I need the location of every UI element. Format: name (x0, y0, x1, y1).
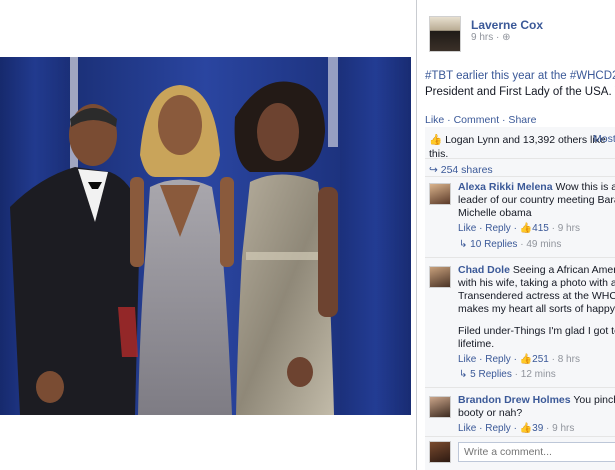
globe-icon: ⊕ (502, 32, 511, 43)
comment-body: Alexa Rikki Melena Wow this is amazin le… (458, 181, 615, 235)
post-text-line-1: #TBT earlier this year at the #WHCD2015 … (425, 68, 615, 84)
post-photo[interactable] (0, 57, 411, 415)
like-thumb-icon: 👍 (519, 354, 533, 365)
comment-line: Transendered actress at the WHCD ju (458, 290, 615, 302)
comment-line: Wow this is amazin (555, 181, 615, 193)
comment-line: with his wife, taking a photo with a (458, 277, 615, 289)
viewer-avatar (429, 441, 451, 463)
divider-line (425, 387, 615, 388)
shares-count[interactable]: ↪ 254 shares (429, 164, 493, 176)
replies-count: 5 Replies (470, 369, 512, 380)
commenter-avatar[interactable] (429, 396, 451, 418)
comment-actions[interactable]: Like · Reply · (458, 223, 520, 234)
divider-line (425, 158, 615, 159)
post-time[interactable]: 9 hrs (471, 32, 493, 43)
comment-body: Chad Dole Seeing a African American P wi… (458, 264, 615, 366)
comment-like-count[interactable]: 251 (532, 354, 549, 365)
comment-time: · 8 hrs (551, 354, 580, 365)
divider-line (425, 257, 615, 258)
post-meta: 9 hrs · ⊕ (471, 32, 511, 43)
sort-most-relevant[interactable]: Most (593, 133, 615, 145)
replies-time: · 49 mins (520, 239, 562, 250)
comment-line: Michelle obama (458, 207, 532, 219)
comment-line: Seeing a African American P (512, 264, 615, 276)
post-header: Laverne Cox 9 hrs · ⊕ (429, 16, 615, 56)
comment-spacer (458, 316, 615, 325)
divider-line (425, 176, 615, 177)
comment-meta: Like · Reply · 👍39 · 9 hrs (458, 422, 615, 435)
replies-link[interactable]: ↳ 10 Replies · 49 mins (459, 239, 561, 250)
likes-text: Logan Lynn and 13,392 others like this. (429, 134, 606, 160)
comment-actions[interactable]: Like · Reply · (458, 354, 520, 365)
likes-summary[interactable]: 👍 Logan Lynn and 13,392 others like this. (429, 133, 615, 161)
author-avatar[interactable] (429, 16, 461, 52)
comment-time: · 9 hrs (546, 423, 575, 434)
post-actions[interactable]: Like · Comment · Share (425, 114, 536, 126)
comment-like-count[interactable]: 39 (532, 423, 543, 434)
reply-arrow-icon: ↳ (459, 239, 468, 250)
comment-meta: Like · Reply · 👍415 · 9 hrs (458, 222, 615, 235)
commenter-avatar[interactable] (429, 266, 451, 288)
comment-meta: Like · Reply · 👍251 · 8 hrs (458, 353, 615, 366)
comment-time: · 9 hrs (551, 223, 580, 234)
meta-separator: · (496, 32, 500, 43)
commenter-name[interactable]: Chad Dole (458, 264, 510, 276)
post-text: #TBT earlier this year at the #WHCD2015 … (425, 68, 615, 100)
shares-label: 254 shares (440, 164, 493, 176)
photo-pane (0, 0, 416, 470)
comment-line: lifetime. (458, 338, 495, 350)
commenter-name[interactable]: Brandon Drew Holmes (458, 394, 571, 406)
like-thumb-icon: 👍 (519, 423, 533, 434)
divider-line (425, 436, 615, 437)
replies-time: · 12 mins (514, 369, 556, 380)
comment-actions[interactable]: Like · Reply · (458, 423, 520, 434)
post-sidebar: Laverne Cox 9 hrs · ⊕ #TBT earlier this … (417, 0, 615, 470)
comment-line: Filed under-Things I'm glad I got to see (458, 325, 615, 337)
commenter-name[interactable]: Alexa Rikki Melena (458, 181, 553, 193)
comment-line: You pinchin' Bar (573, 394, 615, 406)
like-thumb-icon: 👍 (519, 223, 533, 234)
share-arrow-icon: ↪ (429, 164, 438, 176)
write-comment-row (429, 441, 615, 465)
comment-line: booty or nah? (458, 407, 523, 419)
replies-count: 10 Replies (470, 239, 518, 250)
comment-like-count[interactable]: 415 (532, 223, 549, 234)
reply-arrow-icon: ↳ (459, 369, 468, 380)
comment-body: Brandon Drew Holmes You pinchin' Bar boo… (458, 394, 615, 435)
comment-line: leader of our country meeting Barack an (458, 194, 615, 206)
photo-image (0, 57, 411, 415)
comment-line: makes my heart all sorts of happy. (458, 303, 615, 315)
author-name[interactable]: Laverne Cox (471, 18, 543, 32)
replies-link[interactable]: ↳ 5 Replies · 12 mins (459, 369, 556, 380)
comment-input[interactable] (458, 442, 615, 462)
post-text-line2: President and First Lady of the USA. Wow… (425, 86, 615, 98)
like-thumb-icon: 👍 (429, 134, 443, 146)
commenter-avatar[interactable] (429, 183, 451, 205)
post-text-line1[interactable]: #TBT earlier this year at the #WHCD2015 … (425, 70, 615, 82)
